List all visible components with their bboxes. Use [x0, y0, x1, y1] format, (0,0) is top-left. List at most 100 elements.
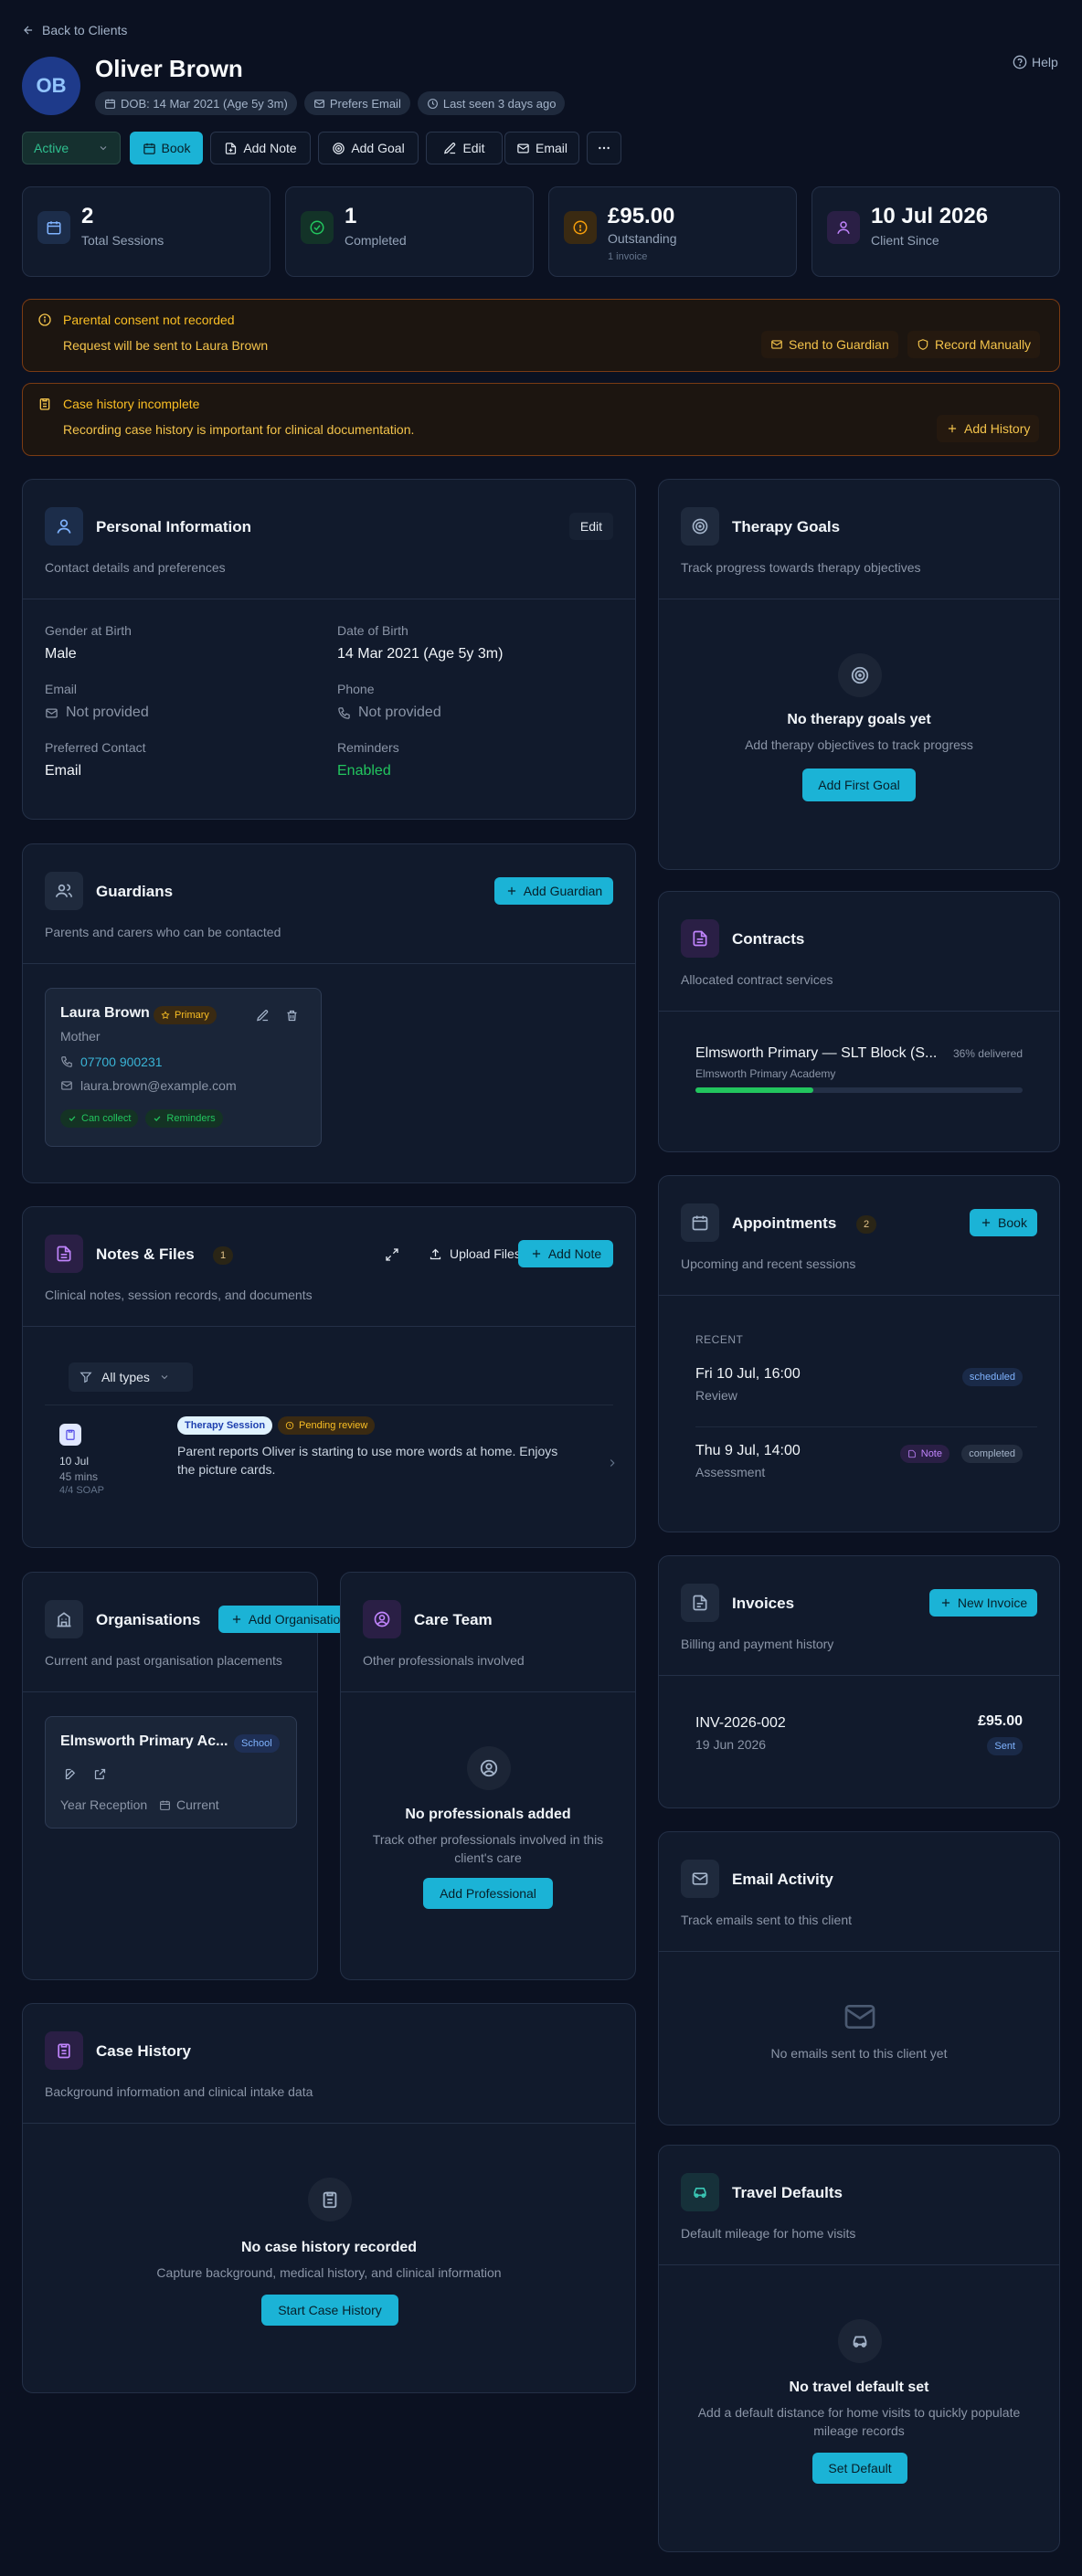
- arrow-left-icon: [22, 24, 35, 37]
- chevron-right-icon: [606, 1457, 619, 1469]
- file-text-icon: [681, 919, 719, 958]
- note-tags: Therapy Session Pending review: [177, 1416, 376, 1435]
- add-goal-button[interactable]: Add Goal: [318, 132, 419, 164]
- edit-guardian-icon[interactable]: [256, 1009, 270, 1023]
- dob-value: 14 Mar 2021 (Age 5y 3m): [337, 646, 504, 662]
- note-text-line-1: Parent reports Oliver is starting to use…: [177, 1444, 558, 1458]
- contact-pref-badge: Prefers Email: [303, 91, 410, 115]
- contract-delivered: 36% delivered: [952, 1047, 1023, 1060]
- target-icon: [681, 507, 719, 546]
- set-default-button[interactable]: Set Default: [812, 2453, 907, 2484]
- notes-type-filter[interactable]: All types: [69, 1362, 193, 1392]
- add-professional-button[interactable]: Add Professional: [423, 1878, 553, 1909]
- record-manually-button[interactable]: Record Manually: [907, 331, 1041, 358]
- stat-value: £95.00: [608, 204, 675, 228]
- trash-icon[interactable]: [285, 1009, 299, 1023]
- card-subtitle: Other professionals involved: [363, 1653, 525, 1668]
- filter-icon: [80, 1371, 92, 1383]
- check-circle-icon: [301, 211, 334, 244]
- edit-personal-button[interactable]: Edit: [568, 513, 613, 540]
- edit-button[interactable]: Edit: [426, 132, 503, 164]
- contract-progress-track: [695, 1087, 1023, 1093]
- help-label: Help: [1032, 55, 1058, 69]
- stat-sub: 1 invoice: [608, 251, 648, 262]
- card-title: Organisations: [96, 1611, 201, 1628]
- notes-files-card: Notes & Files 1 Upload Files Add Note Cl…: [22, 1206, 636, 1548]
- card-subtitle: Default mileage for home visits: [681, 2226, 856, 2241]
- stat-label: Outstanding: [608, 231, 677, 246]
- guardian-phone[interactable]: 07700 900231: [60, 1055, 163, 1069]
- appointments-card: Appointments 2 Book Upcoming and recent …: [658, 1175, 1060, 1532]
- pencil-icon: [443, 142, 457, 155]
- external-link-icon[interactable]: [93, 1767, 107, 1781]
- guardian-item[interactable]: Laura Brown Primary Mother 07700 900231 …: [45, 988, 322, 1147]
- divider: [23, 2123, 635, 2124]
- send-to-guardian-button[interactable]: Send to Guardian: [761, 331, 898, 358]
- card-title: Appointments: [732, 1214, 837, 1232]
- appointment-item[interactable]: Fri 10 Jul, 16:00 Review scheduled: [681, 1353, 1037, 1421]
- organisation-item[interactable]: Elmsworth Primary Ac... School Year Rece…: [45, 1716, 297, 1829]
- care-team-card: Care Team Other professionals involved N…: [340, 1572, 636, 1980]
- empty-title: No therapy goals yet: [787, 712, 931, 727]
- car-icon: [838, 2319, 882, 2363]
- start-case-history-button[interactable]: Start Case History: [261, 2295, 398, 2326]
- add-guardian-button[interactable]: Add Guardian: [494, 877, 613, 905]
- add-note-button[interactable]: Add Note: [210, 132, 311, 164]
- alert-circle-icon: [564, 211, 597, 244]
- edit-organisation-icon[interactable]: [64, 1767, 78, 1781]
- upload-files-button[interactable]: Upload Files: [429, 1240, 521, 1267]
- alert-text: Request will be sent to Laura Brown: [63, 338, 269, 353]
- book-button[interactable]: Book: [130, 132, 203, 164]
- add-note-button[interactable]: Add Note: [518, 1240, 613, 1267]
- contract-progress-fill: [695, 1087, 813, 1093]
- calendar-icon: [143, 142, 156, 155]
- empty-title: No case history recorded: [240, 2240, 418, 2255]
- email-label: Email: [45, 682, 78, 696]
- invoices-card: Invoices New Invoice Billing and payment…: [658, 1555, 1060, 1808]
- back-to-clients-link[interactable]: Back to Clients: [22, 22, 127, 38]
- contract-item[interactable]: Elmsworth Primary — SLT Block (S... 36% …: [681, 1038, 1037, 1111]
- book-appointment-button[interactable]: Book: [970, 1209, 1037, 1236]
- email-button[interactable]: Email: [504, 132, 579, 164]
- divider: [659, 2264, 1059, 2265]
- card-subtitle: Track progress towards therapy objective…: [681, 560, 921, 575]
- phone-icon: [337, 706, 351, 720]
- empty-title: No professionals added: [405, 1807, 571, 1822]
- info-icon: [37, 313, 52, 327]
- primary-badge: Primary: [154, 1006, 217, 1024]
- stat-outstanding: £95.00 Outstanding 1 invoice: [548, 186, 797, 277]
- guardian-email[interactable]: laura.brown@example.com: [60, 1078, 237, 1093]
- note-document-icon: [59, 1424, 81, 1446]
- mail-icon: [770, 338, 783, 351]
- alert-text: Recording case history is important for …: [63, 422, 415, 437]
- alert-title: Case history incomplete: [63, 397, 200, 411]
- users-icon: [45, 872, 83, 910]
- add-first-goal-button[interactable]: Add First Goal: [802, 769, 916, 801]
- expand-icon[interactable]: [385, 1247, 399, 1262]
- card-title: Notes & Files: [96, 1246, 195, 1263]
- help-button[interactable]: Help: [1013, 55, 1058, 69]
- clock-icon: [427, 98, 439, 110]
- mail-icon: [60, 1079, 73, 1092]
- new-invoice-button[interactable]: New Invoice: [929, 1589, 1037, 1617]
- appointment-item[interactable]: Thu 9 Jul, 14:00 Assessment Note complet…: [681, 1430, 1037, 1498]
- mail-icon: [45, 706, 58, 720]
- add-history-button[interactable]: Add History: [937, 415, 1040, 442]
- user-circle-icon: [467, 1746, 511, 1790]
- case-history-alert: Case history incomplete Recording case h…: [22, 383, 1060, 456]
- card-subtitle: Contact details and preferences: [45, 560, 226, 575]
- car-icon: [681, 2173, 719, 2211]
- client-name: Oliver Brown: [95, 55, 243, 82]
- more-actions-button[interactable]: [587, 132, 621, 164]
- reminders-tag: Reminders: [145, 1109, 223, 1128]
- therapy-goals-card: Therapy Goals Track progress towards the…: [658, 479, 1060, 870]
- guardian-name: Laura Brown: [60, 1005, 150, 1021]
- card-title: Email Activity: [732, 1871, 833, 1888]
- empty-description: Add therapy objectives to track progress: [745, 737, 973, 752]
- invoice-item[interactable]: INV-2026-002 19 Jun 2026 £95.00 Sent: [681, 1702, 1037, 1766]
- add-organisation-button[interactable]: Add Organisation: [218, 1606, 359, 1633]
- phone-label: Phone: [337, 682, 375, 696]
- note-list-item[interactable]: 10 Jul 45 mins 4/4 SOAP Therapy Session …: [45, 1413, 615, 1513]
- stat-label: Client Since: [871, 233, 939, 248]
- status-select[interactable]: Active: [22, 132, 121, 164]
